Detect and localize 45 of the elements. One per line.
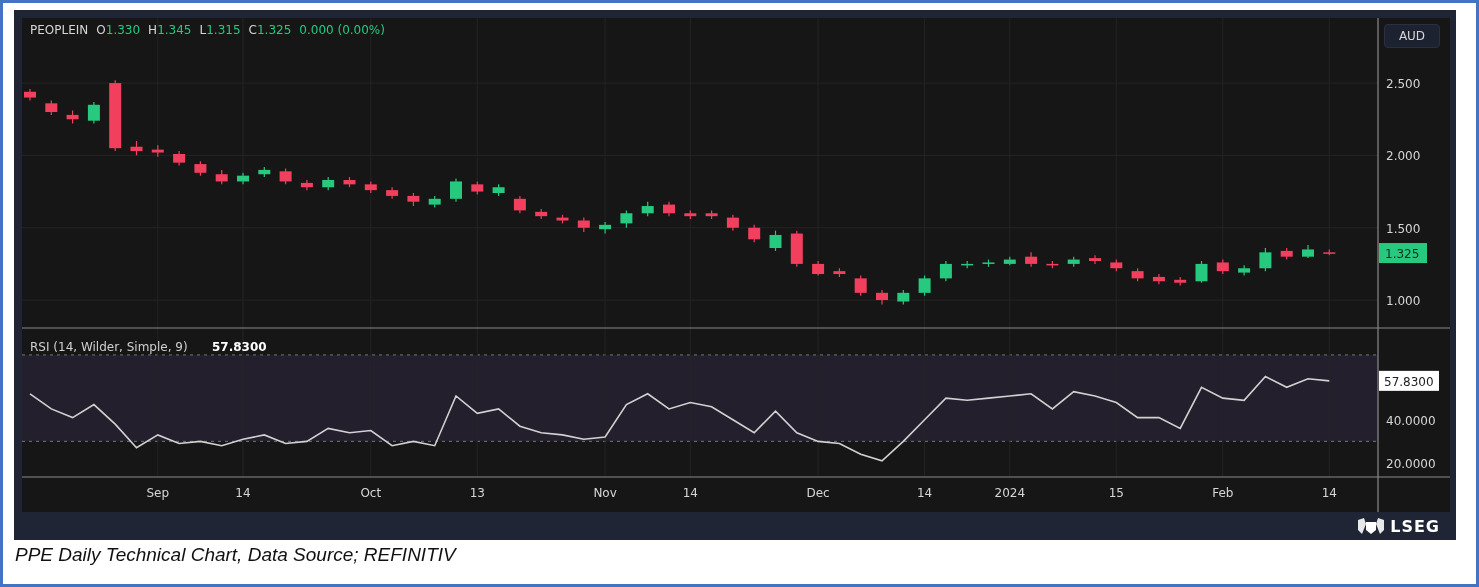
ohlc-value: C1.325 <box>248 23 292 37</box>
date-label: Dec <box>806 486 830 500</box>
crest-icon <box>1356 516 1387 536</box>
candlestick <box>769 230 782 252</box>
change-value: 0.000 (0.00%) <box>299 23 385 37</box>
symbol-label: PEOPLEIN <box>30 23 89 37</box>
date-label: Nov <box>593 486 617 500</box>
axis-label: 40.0000 <box>1386 413 1436 428</box>
candlestick <box>450 177 462 203</box>
candlestick <box>1259 247 1272 272</box>
ohlc-value: L1.315 <box>199 23 241 37</box>
caption: PPE Daily Technical Chart, Data Source; REFINITIV <box>15 544 458 566</box>
date-label: 15 <box>1108 486 1124 500</box>
candlestick <box>1089 254 1101 265</box>
candlestick <box>1025 251 1038 268</box>
candlestick <box>599 221 612 235</box>
date-label: 2024 <box>994 486 1026 500</box>
currency-button[interactable]: AUD <box>1384 24 1440 48</box>
ohlc-value: H1.345 <box>148 23 192 37</box>
candlestick <box>939 260 952 282</box>
date-label: Feb <box>1212 486 1234 500</box>
axis-label: 1.000 <box>1386 294 1421 309</box>
date-label: 14 <box>682 486 698 500</box>
axis-label: 2.000 <box>1386 149 1421 164</box>
candlestick <box>854 274 867 297</box>
axis-label: 20.0000 <box>1386 456 1436 471</box>
date-label: 13 <box>469 486 485 500</box>
date-label: 14 <box>916 486 933 500</box>
indicator-value: 57.8300 <box>212 340 267 354</box>
candlestick <box>300 179 313 191</box>
logo-text: LSEG <box>1390 516 1440 536</box>
value-tag: 57.8300 <box>1379 370 1439 391</box>
candlestick <box>1195 260 1208 284</box>
axis-label: 1.500 <box>1386 221 1421 236</box>
axis-label: 2.500 <box>1386 77 1421 92</box>
candlestick <box>918 274 931 297</box>
candlestick <box>87 101 100 125</box>
date-label: 14 <box>235 486 251 500</box>
date-label: 14 <box>1321 486 1337 500</box>
chart-title: RSI (14, Wilder, Simple, 9) <box>30 340 188 354</box>
candlestick <box>1152 273 1165 285</box>
ohlc-value: O1.330 <box>96 23 141 37</box>
date-label: Oct <box>360 486 382 500</box>
price-tag: 1.325 <box>1379 243 1427 264</box>
date-label: Sep <box>146 486 170 500</box>
